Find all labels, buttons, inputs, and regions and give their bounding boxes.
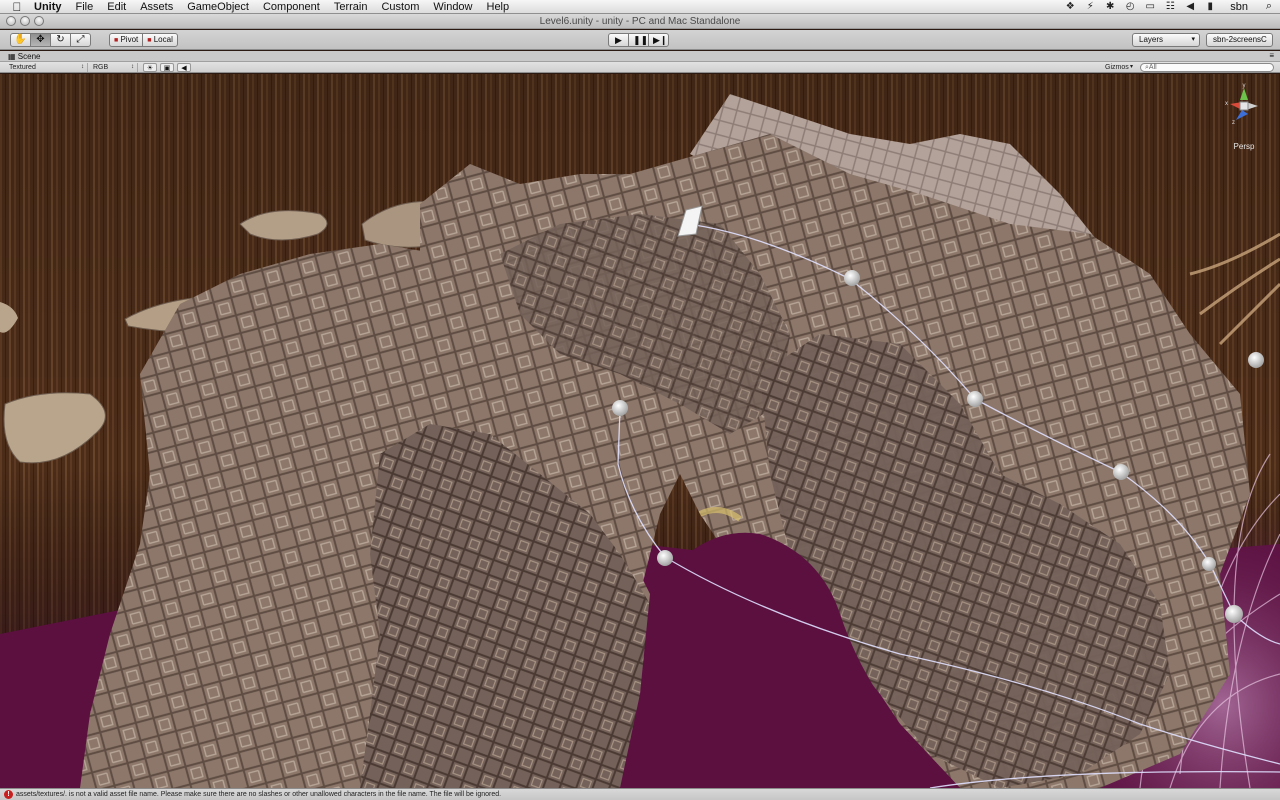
pivot-label: Pivot [120, 35, 139, 44]
render-mode-label: Textured [9, 64, 36, 71]
unity-toolbar: ✋ ✥ ↻ ⤢ ■ Pivot ■ Local ▶ ❚❚ ▶❙ Layers ▾… [0, 30, 1280, 50]
error-icon: ! [4, 790, 13, 799]
audio-toggle-icon[interactable]: ◀ [177, 63, 191, 72]
wifi-icon[interactable]: ☷ [1160, 1, 1180, 12]
apple-icon[interactable]:  [6, 0, 28, 14]
scene-render [0, 74, 1280, 788]
lightning-icon[interactable]: ⚡ [1080, 1, 1100, 12]
chevron-updown-icon: ↕ [81, 64, 84, 70]
layout-dropdown[interactable]: sbn-2screensC [1206, 33, 1273, 47]
gizmos-dropdown[interactable]: Gizmos ▾ [1102, 63, 1136, 72]
bluetooth-icon[interactable]: ✱ [1100, 1, 1120, 12]
menu-file[interactable]: File [69, 0, 101, 14]
zoom-window-button[interactable] [34, 16, 44, 26]
volume-icon[interactable]: ◀ [1180, 1, 1200, 12]
chevron-down-icon: ▾ [1129, 64, 1133, 70]
display-icon[interactable]: ▭ [1140, 1, 1160, 12]
z-axis-cone [1236, 110, 1248, 120]
mac-menu-bar:  Unity File Edit Assets GameObject Comp… [0, 0, 1280, 14]
search-placeholder: All [1148, 64, 1157, 71]
lighting-toggle-icon[interactable]: ☀ [143, 63, 157, 72]
tab-scene[interactable]: ▦ Scene [4, 51, 44, 62]
rotate-icon[interactable]: ↻ [50, 33, 71, 47]
battery-icon[interactable]: ▮ [1200, 1, 1220, 12]
color-mode-dropdown[interactable]: RGB ↕ [90, 63, 138, 72]
gizmo-label-x: x [1225, 101, 1228, 107]
pivot-icon: ■ [114, 37, 119, 44]
gizmos-label: Gizmos [1105, 64, 1129, 71]
y-axis-cone [1240, 88, 1248, 100]
scene-overlay-toggle-icon[interactable]: ▣ [160, 63, 174, 72]
projection-label[interactable]: Persp [1222, 142, 1266, 151]
local-label: Local [153, 35, 173, 44]
local-button[interactable]: ■ Local [142, 33, 178, 47]
scene-tab-label: Scene [17, 52, 41, 61]
gizmo-label-y: y [1243, 83, 1246, 89]
pause-icon[interactable]: ❚❚ [628, 33, 649, 47]
play-controls: ▶ ❚❚ ▶❙ [608, 33, 669, 47]
gizmo-label-z: z [1232, 120, 1235, 126]
menu-component[interactable]: Component [256, 0, 327, 14]
menu-help[interactable]: Help [480, 0, 517, 14]
hand-icon[interactable]: ✋ [10, 33, 31, 47]
panel-menu-icon[interactable]: ≡ [1269, 52, 1274, 60]
scene-viewport[interactable]: y x z Persp [0, 74, 1280, 788]
render-mode-dropdown[interactable]: Textured ↕ [6, 63, 88, 72]
local-icon: ■ [147, 37, 152, 44]
dropbox-icon[interactable]: ❖ [1060, 1, 1080, 12]
pivot-local-toggle: ■ Pivot ■ Local [109, 33, 178, 47]
layers-dropdown[interactable]: Layers ▾ [1132, 33, 1200, 47]
layers-label: Layers [1139, 35, 1164, 44]
layout-label: sbn-2screensC [1213, 35, 1267, 44]
scene-view-toolbar: Textured ↕ RGB ↕ ☀ ▣ ◀ Gizmos ▾ ⌕All [0, 62, 1280, 73]
move-icon[interactable]: ✥ [30, 33, 51, 47]
play-icon[interactable]: ▶ [608, 33, 629, 47]
menu-app-unity[interactable]: Unity [28, 0, 69, 14]
status-bar[interactable]: ! assets/textures/. is not a valid asset… [0, 788, 1280, 800]
menu-window[interactable]: Window [426, 0, 479, 14]
menu-terrain[interactable]: Terrain [327, 0, 375, 14]
time-machine-icon[interactable]: ◴ [1120, 1, 1140, 12]
menu-assets[interactable]: Assets [133, 0, 180, 14]
spotlight-search-icon[interactable]: ⌕ [1258, 0, 1280, 13]
transform-tools: ✋ ✥ ↻ ⤢ [10, 33, 91, 47]
scale-icon[interactable]: ⤢ [70, 33, 91, 47]
scene-orientation-gizmo[interactable]: y x z Persp [1222, 80, 1266, 151]
minimize-window-button[interactable] [20, 16, 30, 26]
window-title: Level6.unity - unity - PC and Mac Standa… [539, 15, 741, 27]
user-name[interactable]: sbn [1220, 1, 1258, 13]
menu-edit[interactable]: Edit [100, 0, 133, 14]
step-icon[interactable]: ▶❙ [648, 33, 669, 47]
color-mode-label: RGB [93, 64, 109, 71]
scene-tab-row: ▦ Scene ≡ [0, 51, 1280, 62]
chevron-down-icon: ▾ [1191, 36, 1195, 43]
gizmo-center [1239, 101, 1249, 111]
scene-search-input[interactable]: ⌕All [1140, 63, 1274, 72]
menu-custom[interactable]: Custom [374, 0, 426, 14]
menu-gameobject[interactable]: GameObject [180, 0, 256, 14]
status-message: assets/textures/. is not a valid asset f… [16, 791, 502, 798]
window-title-bar: Level6.unity - unity - PC and Mac Standa… [0, 14, 1280, 29]
pivot-button[interactable]: ■ Pivot [109, 33, 144, 47]
close-window-button[interactable] [6, 16, 16, 26]
chevron-updown-icon: ↕ [131, 64, 134, 70]
